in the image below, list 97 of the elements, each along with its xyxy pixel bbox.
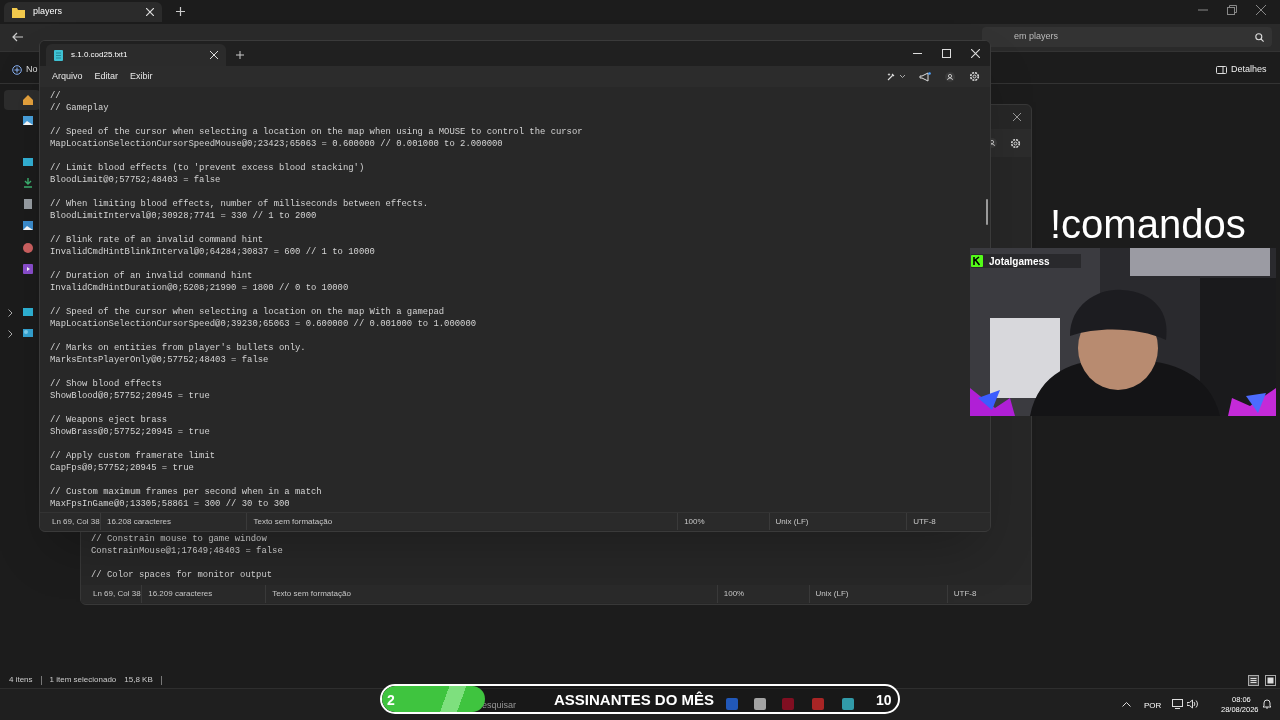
maximize-icon[interactable]: [942, 49, 951, 58]
app-icon[interactable]: [754, 698, 766, 710]
goal-current: 2: [387, 691, 395, 710]
megaphone-icon[interactable]: [919, 71, 931, 82]
status-text: UTF-8: [953, 588, 977, 600]
explorer-tab[interactable]: players: [4, 2, 162, 22]
goal-target: 10: [876, 691, 892, 710]
plus-circle-icon: [12, 65, 22, 75]
code-line: ShowBlood@0;57752;20945 = true: [50, 390, 211, 402]
code-line: // Color spaces for monitor output: [91, 569, 274, 581]
home-icon[interactable]: [23, 95, 33, 105]
status-text: Texto sem formatação: [272, 588, 351, 600]
code-line: CapFps@0;57752;20945 = true: [50, 462, 195, 474]
streamer-name: Jotalgamess: [989, 254, 1050, 269]
chevron-up-icon[interactable]: [1122, 701, 1131, 707]
status-text: UTF-8: [913, 515, 936, 528]
k-logo-icon: [971, 255, 983, 267]
folder-icon: [12, 6, 25, 18]
status-text: 1 item selecionado: [49, 674, 117, 686]
computer-icon[interactable]: [23, 308, 33, 318]
video-icon[interactable]: [23, 264, 33, 274]
menu-item[interactable]: Editar: [90, 67, 123, 86]
code-line: // Gameplay: [50, 102, 110, 114]
settings-icon[interactable]: [1010, 137, 1021, 149]
list-view-icon[interactable]: [1248, 675, 1259, 686]
add-tab-icon[interactable]: [176, 7, 185, 16]
download-icon[interactable]: [23, 178, 33, 188]
scrollbar-thumb[interactable]: [986, 199, 988, 225]
menu-item[interactable]: Arquivo: [48, 67, 87, 86]
search-field[interactable]: em players: [982, 27, 1272, 47]
close-icon[interactable]: [1256, 5, 1266, 15]
status-text: 16.208 caracteres: [106, 515, 171, 528]
language-indicator[interactable]: POR: [1144, 700, 1162, 712]
notepad-icon[interactable]: [842, 698, 854, 710]
sparkle-pen-icon[interactable]: [887, 72, 905, 81]
code-line: InvalidCmdHintBlinkInterval@0;64284;30837 = 600 // 1 to 10000: [50, 246, 376, 258]
code-line: MapLocationSelectionCursorSpeed@0;39230;65063 = 0.600000 // 0.001000 to 1.000000: [50, 318, 478, 330]
network-icon[interactable]: [1172, 699, 1183, 709]
account-icon[interactable]: [945, 71, 955, 82]
status-text: Ln 69, Col 38: [52, 515, 100, 528]
status-text: Unix (LF): [815, 588, 849, 600]
code-line: // Limit blood effects (to 'prevent excess blood stacking'): [50, 162, 366, 174]
notepad-icon: [54, 49, 63, 61]
code-line: MarksEntsPlayerOnly@0;57752;48403 = false: [50, 354, 270, 366]
code-line: // Blink rate of an invalid command hint: [50, 234, 265, 246]
code-line: // Duration of an invalid command hint: [50, 270, 254, 282]
code-line: ShowBrass@0;57752;20945 = true: [50, 426, 211, 438]
back-arrow-icon[interactable]: [12, 32, 23, 42]
code-line: // Custom maximum frames per second when in a match: [50, 486, 323, 498]
code-line: // Constrain mouse to game window: [91, 533, 268, 545]
code-line: MapLocationSelectionCursorSpeedMouse@0;23423;65063 = 0.600000 // 0.001000 to 2.000000: [50, 138, 504, 150]
status-text: Unix (LF): [775, 515, 809, 528]
overlay-command-text: !comandos: [1050, 204, 1246, 244]
settings-icon[interactable]: [969, 71, 980, 82]
status-text: 100%: [723, 588, 745, 600]
volume-icon[interactable]: [1187, 699, 1198, 709]
status-text: 100%: [684, 515, 705, 528]
add-tab-icon[interactable]: [236, 51, 244, 59]
chevron-icon[interactable]: [8, 309, 13, 317]
chevron-icon[interactable]: [8, 330, 13, 338]
close-icon[interactable]: [1013, 113, 1021, 121]
code-line: // Weapons eject brass: [50, 414, 169, 426]
code-line: // Show blood effects: [50, 378, 163, 390]
status-text: 16.209 caracteres: [148, 588, 213, 600]
menu-item[interactable]: Exibir: [126, 67, 157, 86]
bell-icon[interactable]: [1262, 698, 1272, 709]
code-line: // Marks on entities from player's bullets only.: [50, 342, 307, 354]
details-button[interactable]: Detalhes: [1216, 64, 1276, 76]
picture-icon[interactable]: [23, 116, 33, 126]
picture-icon[interactable]: [23, 221, 33, 231]
grid-view-icon[interactable]: [1265, 675, 1276, 686]
code-line: ConstrainMouse@1;17649;48403 = false: [91, 545, 284, 557]
desktop-icon[interactable]: [23, 158, 33, 168]
code-line: BloodLimit@0;57752;48403 = false: [50, 174, 222, 186]
search-field[interactable]: esquisar: [482, 699, 517, 713]
code-line: MaxFpsInGame@0;13305;58861 = 300 // 30 to 300: [50, 498, 291, 510]
search-icon: [1255, 32, 1264, 42]
document-icon[interactable]: [23, 199, 33, 209]
status-text: Texto sem formatação: [253, 515, 333, 528]
new-button[interactable]: No: [12, 64, 42, 76]
status-text: 15,8 KB: [124, 674, 153, 686]
code-line: BloodLimitInterval@0;30928;7741 = 330 // 1 to 2000: [50, 210, 318, 222]
status-text: Ln 69, Col 38: [93, 588, 141, 600]
status-text: 4 itens: [9, 674, 33, 686]
code-line: //: [50, 90, 62, 102]
panel-icon: [1216, 66, 1227, 74]
network-icon[interactable]: [23, 329, 33, 339]
notepad-tab[interactable]: s.1.0.cod25.txt1: [46, 44, 226, 66]
code-line: // Apply custom framerate limit: [50, 450, 217, 462]
code-line: // Speed of the cursor when selecting a location on the map when using a MOUSE to control the cursor: [50, 126, 584, 138]
code-line: InvalidCmdHintDuration@0;5208;21990 = 1800 // 0 to 10000: [50, 282, 350, 294]
music-icon[interactable]: [23, 243, 33, 253]
goal-title: ASSINANTES DO MÊS: [554, 690, 715, 710]
code-line: // When limiting blood effects, number of milliseconds between effects.: [50, 198, 430, 210]
code-line: // Speed of the cursor when selecting a location on the map With a gamepad: [50, 306, 446, 318]
tab-title: players: [33, 5, 63, 19]
restore-icon[interactable]: [1227, 5, 1237, 15]
